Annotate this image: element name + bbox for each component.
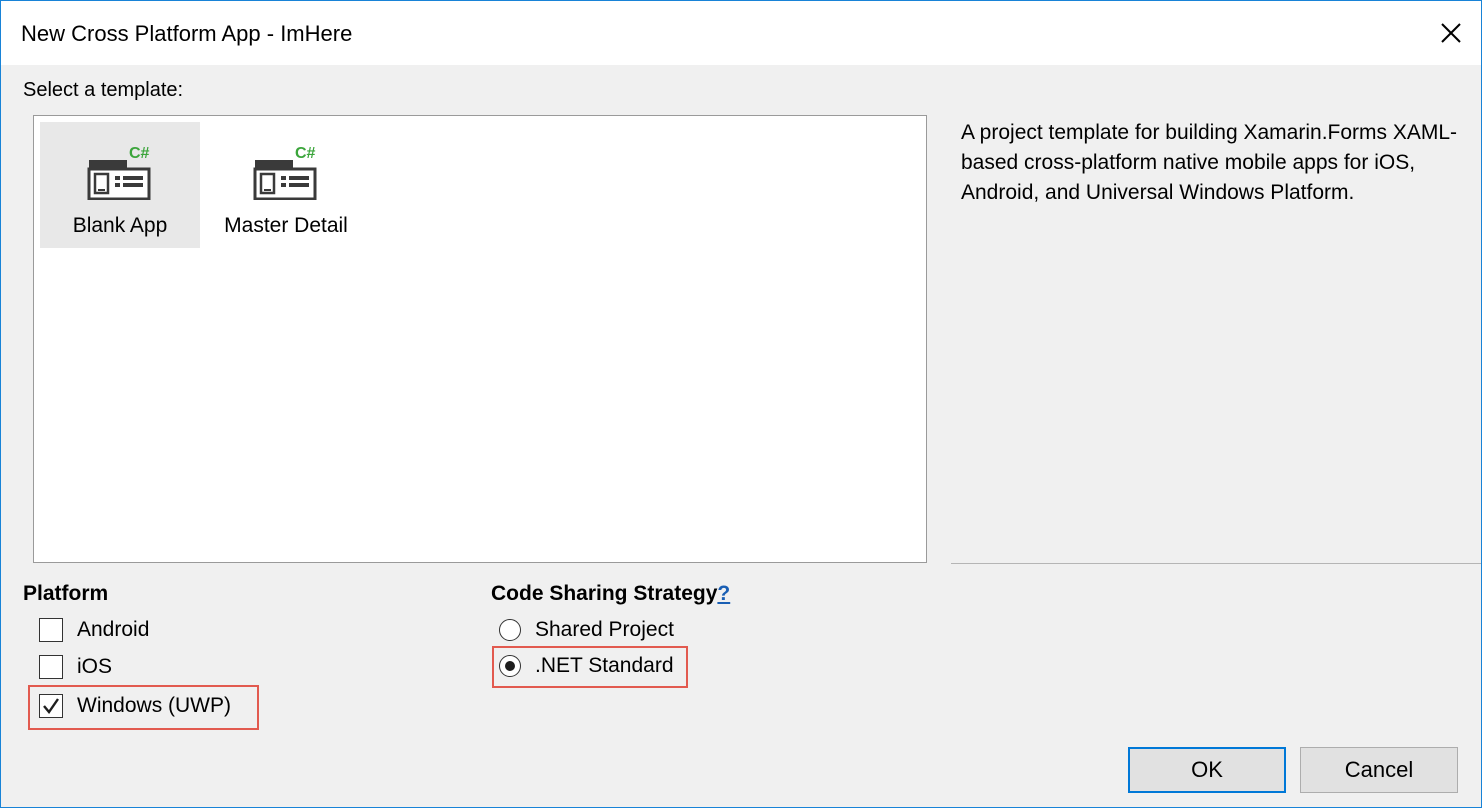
checkmark-icon xyxy=(43,698,59,714)
template-blank-app[interactable]: C# Blank App xyxy=(40,122,200,248)
radio-label: .NET Standard xyxy=(535,654,674,677)
template-label: Blank App xyxy=(72,214,168,237)
code-sharing-title: Code Sharing Strategy xyxy=(491,582,718,605)
csharp-badge: C# xyxy=(129,145,150,162)
select-template-label: Select a template: xyxy=(23,79,184,101)
window-title: New Cross Platform App - ImHere xyxy=(21,21,353,46)
platform-uwp-checkbox[interactable]: Windows (UWP) xyxy=(39,694,231,718)
radio-dot xyxy=(505,661,515,671)
checkbox-label: Android xyxy=(77,618,150,641)
close-button[interactable] xyxy=(1429,11,1473,55)
checkbox-label: Windows (UWP) xyxy=(77,694,232,717)
radio-circle xyxy=(499,619,521,641)
radio-label: Shared Project xyxy=(535,618,674,641)
template-master-detail[interactable]: C# Master Detail xyxy=(206,122,366,248)
title-bar: New Cross Platform App - ImHere xyxy=(1,1,1481,65)
csharp-badge: C# xyxy=(295,145,316,162)
checkbox-box xyxy=(39,655,63,679)
code-sharing-header: Code Sharing Strategy? xyxy=(491,582,730,606)
checkbox-box xyxy=(39,694,63,718)
checkbox-box xyxy=(39,618,63,642)
checkbox-label: iOS xyxy=(77,655,113,678)
net-standard-radio[interactable]: .NET Standard xyxy=(499,654,674,678)
new-cross-platform-app-dialog: New Cross Platform App - ImHere Select a… xyxy=(0,0,1482,808)
close-icon xyxy=(1441,23,1461,43)
platform-header: Platform xyxy=(23,582,109,605)
csharp-project-icon: C# xyxy=(253,145,317,200)
shared-project-radio[interactable]: Shared Project xyxy=(499,618,674,642)
csharp-project-icon: C# xyxy=(87,145,151,200)
code-sharing-help-link[interactable]: ? xyxy=(717,582,730,605)
template-list: C# Blank App C# Master Detail xyxy=(33,115,927,563)
template-description: A project template for building Xamarin.… xyxy=(961,121,1458,204)
radio-circle xyxy=(499,655,521,677)
ok-button[interactable]: OK xyxy=(1128,747,1286,793)
template-label: Master Detail xyxy=(224,214,348,237)
platform-ios-checkbox[interactable]: iOS xyxy=(39,655,112,679)
cancel-button[interactable]: Cancel xyxy=(1300,747,1458,793)
description-divider xyxy=(951,563,1481,564)
platform-android-checkbox[interactable]: Android xyxy=(39,618,149,642)
